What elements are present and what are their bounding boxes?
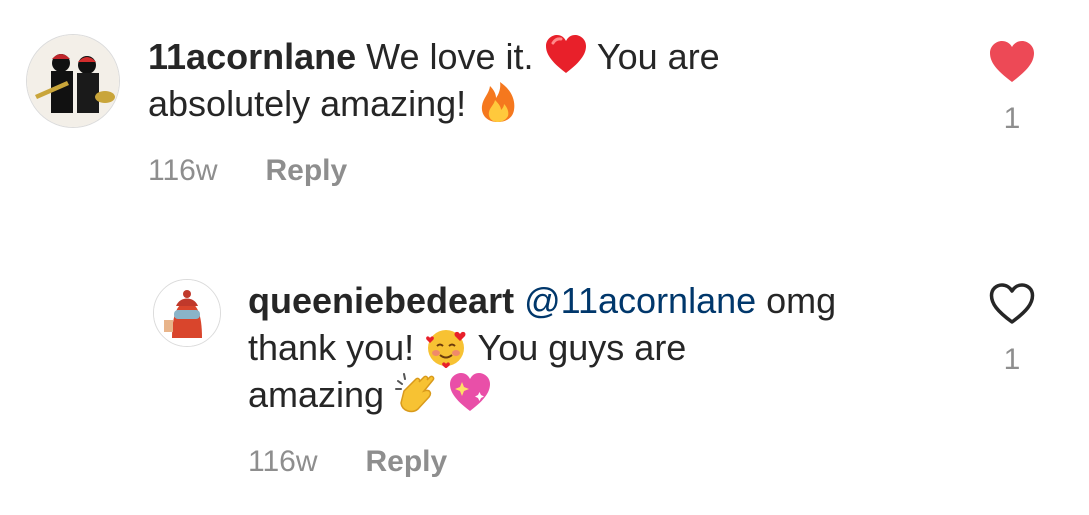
comment-meta: 116w Reply [148, 154, 347, 188]
comment-text: omg [766, 280, 837, 321]
comment-text: thank you! [248, 327, 415, 368]
comment-text: amazing [248, 374, 385, 415]
avatar[interactable] [153, 279, 221, 347]
like-button[interactable] [988, 282, 1036, 326]
comment-text: We love it. [366, 36, 534, 77]
like-button[interactable] [988, 40, 1036, 84]
comment-meta: 116w Reply [248, 445, 447, 479]
like-count: 1 [1003, 343, 1021, 376]
comment-text: You are [596, 36, 720, 77]
comment-text: You guys are [477, 327, 687, 368]
like-count: 1 [1003, 102, 1021, 135]
heart-outline-icon [989, 283, 1035, 324]
red-heart-emoji [544, 33, 588, 77]
comment-username[interactable]: 11acornlane [148, 36, 356, 77]
avatar[interactable] [26, 34, 120, 128]
reply-button[interactable]: Reply [266, 154, 348, 188]
comment-body: queeniebedeart @11acornlane omg thank yo… [248, 278, 968, 418]
comment-text: absolutely amazing! [148, 83, 467, 124]
comment-body: 11acornlane We love it. You are absolute… [148, 33, 968, 127]
mention-link[interactable]: @11acornlane [524, 280, 756, 321]
comment-username[interactable]: queeniebedeart [248, 280, 514, 321]
comment-reply: queeniebedeart @11acornlane omg thank yo… [0, 230, 1089, 515]
heart-filled-icon [990, 41, 1034, 82]
timestamp[interactable]: 116w [148, 154, 218, 188]
fire-emoji [476, 80, 520, 124]
sparkling-heart-emoji [448, 371, 492, 415]
timestamp[interactable]: 116w [248, 445, 318, 479]
avatar-image [154, 280, 220, 346]
avatar-image [27, 35, 119, 127]
comment-1: 11acornlane We love it. You are absolute… [0, 0, 1089, 230]
clapping-hands-emoji [394, 371, 438, 415]
smiling-face-with-hearts-emoji [424, 324, 468, 368]
reply-button[interactable]: Reply [366, 445, 448, 479]
